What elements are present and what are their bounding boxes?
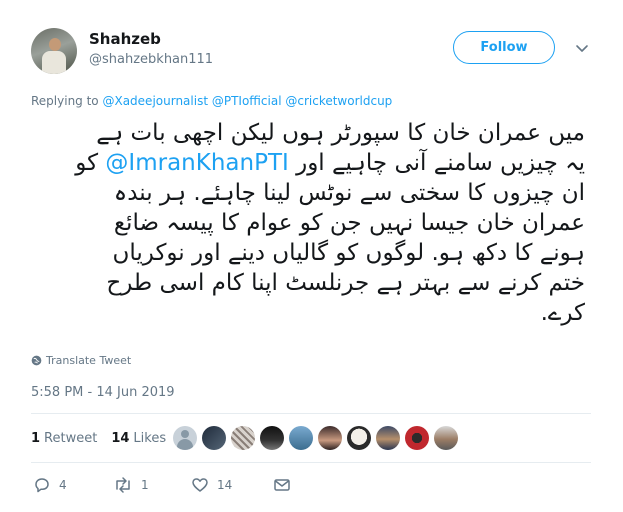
retweet-action[interactable]: 1 <box>113 476 149 494</box>
likers-avatars <box>173 426 463 450</box>
reply-count: 4 <box>59 478 67 492</box>
liker-avatar[interactable] <box>434 426 458 450</box>
author-handle[interactable]: @shahzebkhan111 <box>89 52 213 67</box>
likes-stat[interactable]: 14 Likes <box>111 431 166 446</box>
message-action[interactable] <box>273 476 299 494</box>
message-icon <box>274 479 290 491</box>
liker-avatar[interactable] <box>405 426 429 450</box>
divider <box>31 462 591 463</box>
liker-avatar[interactable] <box>347 426 371 450</box>
avatar-body <box>42 51 66 74</box>
retweet-icon <box>116 477 130 493</box>
tweet-card: Shahzeb @shahzebkhan111 Follow Replying … <box>0 0 623 512</box>
liker-avatar[interactable] <box>173 426 197 450</box>
tweet-line: عمران خان جیسا نہیں جن کو عوام کا پیسہ ض… <box>113 210 585 236</box>
reply-context-prefix: Replying to <box>31 94 99 108</box>
heart-icon <box>192 478 208 492</box>
reply-action[interactable]: 4 <box>33 476 67 494</box>
liker-avatar[interactable] <box>376 426 400 450</box>
divider <box>31 413 591 414</box>
retweets-label: Retweet <box>44 430 98 446</box>
reply-mention[interactable]: @PTIofficial <box>212 94 282 108</box>
tweet-line: ان چیزوں کا سختی سے نوٹس لینا چاہئے. ہر … <box>113 180 585 206</box>
reply-context: Replying to @Xadeejournalist @PTIofficia… <box>31 94 392 108</box>
tweet-line-part: کو <box>75 150 99 176</box>
tweet-stats: 1 Retweet 14 Likes <box>31 426 180 450</box>
like-count: 14 <box>217 478 233 492</box>
tweet-line-part: یہ چیزیں سامنے آنی چاہیے اور <box>296 150 585 176</box>
caret-down-icon[interactable] <box>574 40 590 56</box>
likes-count: 14 <box>111 430 130 446</box>
avatar-head <box>49 38 61 51</box>
avatar[interactable] <box>31 28 77 74</box>
translate-tweet-link[interactable]: Translate Tweet <box>31 354 131 367</box>
tweet-mention[interactable]: @ImranKhanPTI <box>105 150 288 176</box>
liker-avatar[interactable] <box>289 426 313 450</box>
reply-mention[interactable]: @cricketworldcup <box>285 94 392 108</box>
tweet-line: ہونے کا دکھ ہو. لوگوں کو گالیاں دینے اور… <box>112 240 585 266</box>
tweet-line: یہ چیزیں سامنے آنی چاہیے اور @ImranKhanP… <box>30 148 585 178</box>
tweet-line: ختم کرنے سے بہتر ہے جرنلسٹ اپنا کام اسی … <box>106 270 585 296</box>
liker-avatar[interactable] <box>231 426 255 450</box>
tweet-timestamp[interactable]: 5:58 PM - 14 Jun 2019 <box>31 385 175 400</box>
like-action[interactable]: 14 <box>191 476 232 494</box>
globe-icon <box>31 355 42 366</box>
follow-button[interactable]: Follow <box>453 31 555 64</box>
liker-avatar[interactable] <box>260 426 284 450</box>
liker-avatar[interactable] <box>318 426 342 450</box>
retweets-stat[interactable]: 1 Retweet <box>31 431 97 446</box>
retweet-count: 1 <box>141 478 149 492</box>
reply-icon <box>35 478 49 493</box>
liker-avatar[interactable] <box>202 426 226 450</box>
tweet-line: میں عمران خان کا سپورٹر ہوں لیکن اچھی با… <box>96 120 585 146</box>
reply-mention[interactable]: @Xadeejournalist <box>102 94 208 108</box>
tweet-text: میں عمران خان کا سپورٹر ہوں لیکن اچھی با… <box>30 118 585 328</box>
retweets-count: 1 <box>31 430 41 446</box>
author-name[interactable]: Shahzeb <box>89 30 161 48</box>
translate-tweet-label: Translate Tweet <box>46 354 132 367</box>
likes-label: Likes <box>133 430 167 446</box>
tweet-line: کرے. <box>540 300 585 326</box>
